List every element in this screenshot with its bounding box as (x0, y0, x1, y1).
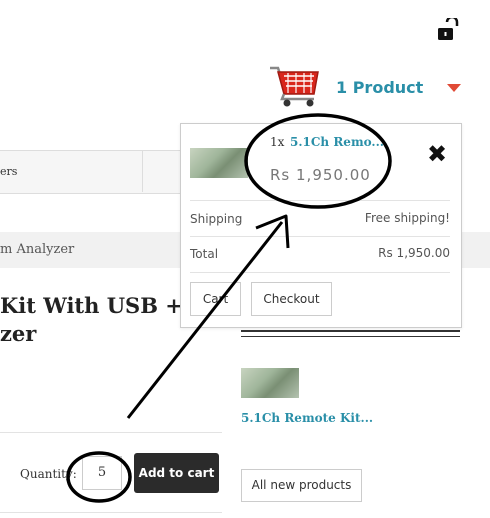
nav-item-label[interactable]: ers (0, 165, 17, 178)
total-value: Rs 1,950.00 (378, 246, 450, 260)
shopping-cart-icon[interactable] (268, 64, 322, 108)
all-new-products-button[interactable]: All new products (241, 469, 362, 502)
total-label: Total (190, 247, 219, 261)
shipping-value: Free shipping! (364, 211, 450, 225)
divider (190, 272, 450, 273)
cart-button[interactable]: Cart (190, 282, 241, 316)
unlocked-padlock-icon[interactable] (436, 15, 460, 42)
section-rule (241, 330, 460, 337)
divider (190, 236, 450, 237)
cart-count-label[interactable]: 1 Product (336, 78, 423, 97)
quantity-label: Quantity: (20, 467, 77, 481)
nav-bar (0, 150, 190, 194)
cart-item-thumbnail[interactable] (190, 148, 248, 178)
nav-divider (142, 150, 143, 192)
divider (0, 512, 222, 513)
divider (190, 200, 450, 201)
divider (0, 432, 222, 433)
quantity-input[interactable]: 5 (82, 456, 122, 490)
cart-item-quantity: 1x (270, 135, 285, 149)
breadcrumb-current: m Analyzer (0, 242, 75, 257)
cart-item-name-link[interactable]: 5.1Ch Remo... (290, 135, 384, 149)
cart-item-price: Rs 1,950.00 (270, 166, 371, 184)
sidebar-product-link[interactable]: 5.1Ch Remote Kit... (241, 411, 373, 425)
shipping-label: Shipping (190, 212, 243, 226)
product-thumbnail[interactable] (241, 368, 299, 398)
add-to-cart-button[interactable]: Add to cart (134, 453, 219, 493)
checkout-button[interactable]: Checkout (251, 282, 332, 316)
caret-down-icon[interactable] (447, 84, 461, 92)
close-x-icon[interactable]: ✖ (427, 142, 447, 166)
